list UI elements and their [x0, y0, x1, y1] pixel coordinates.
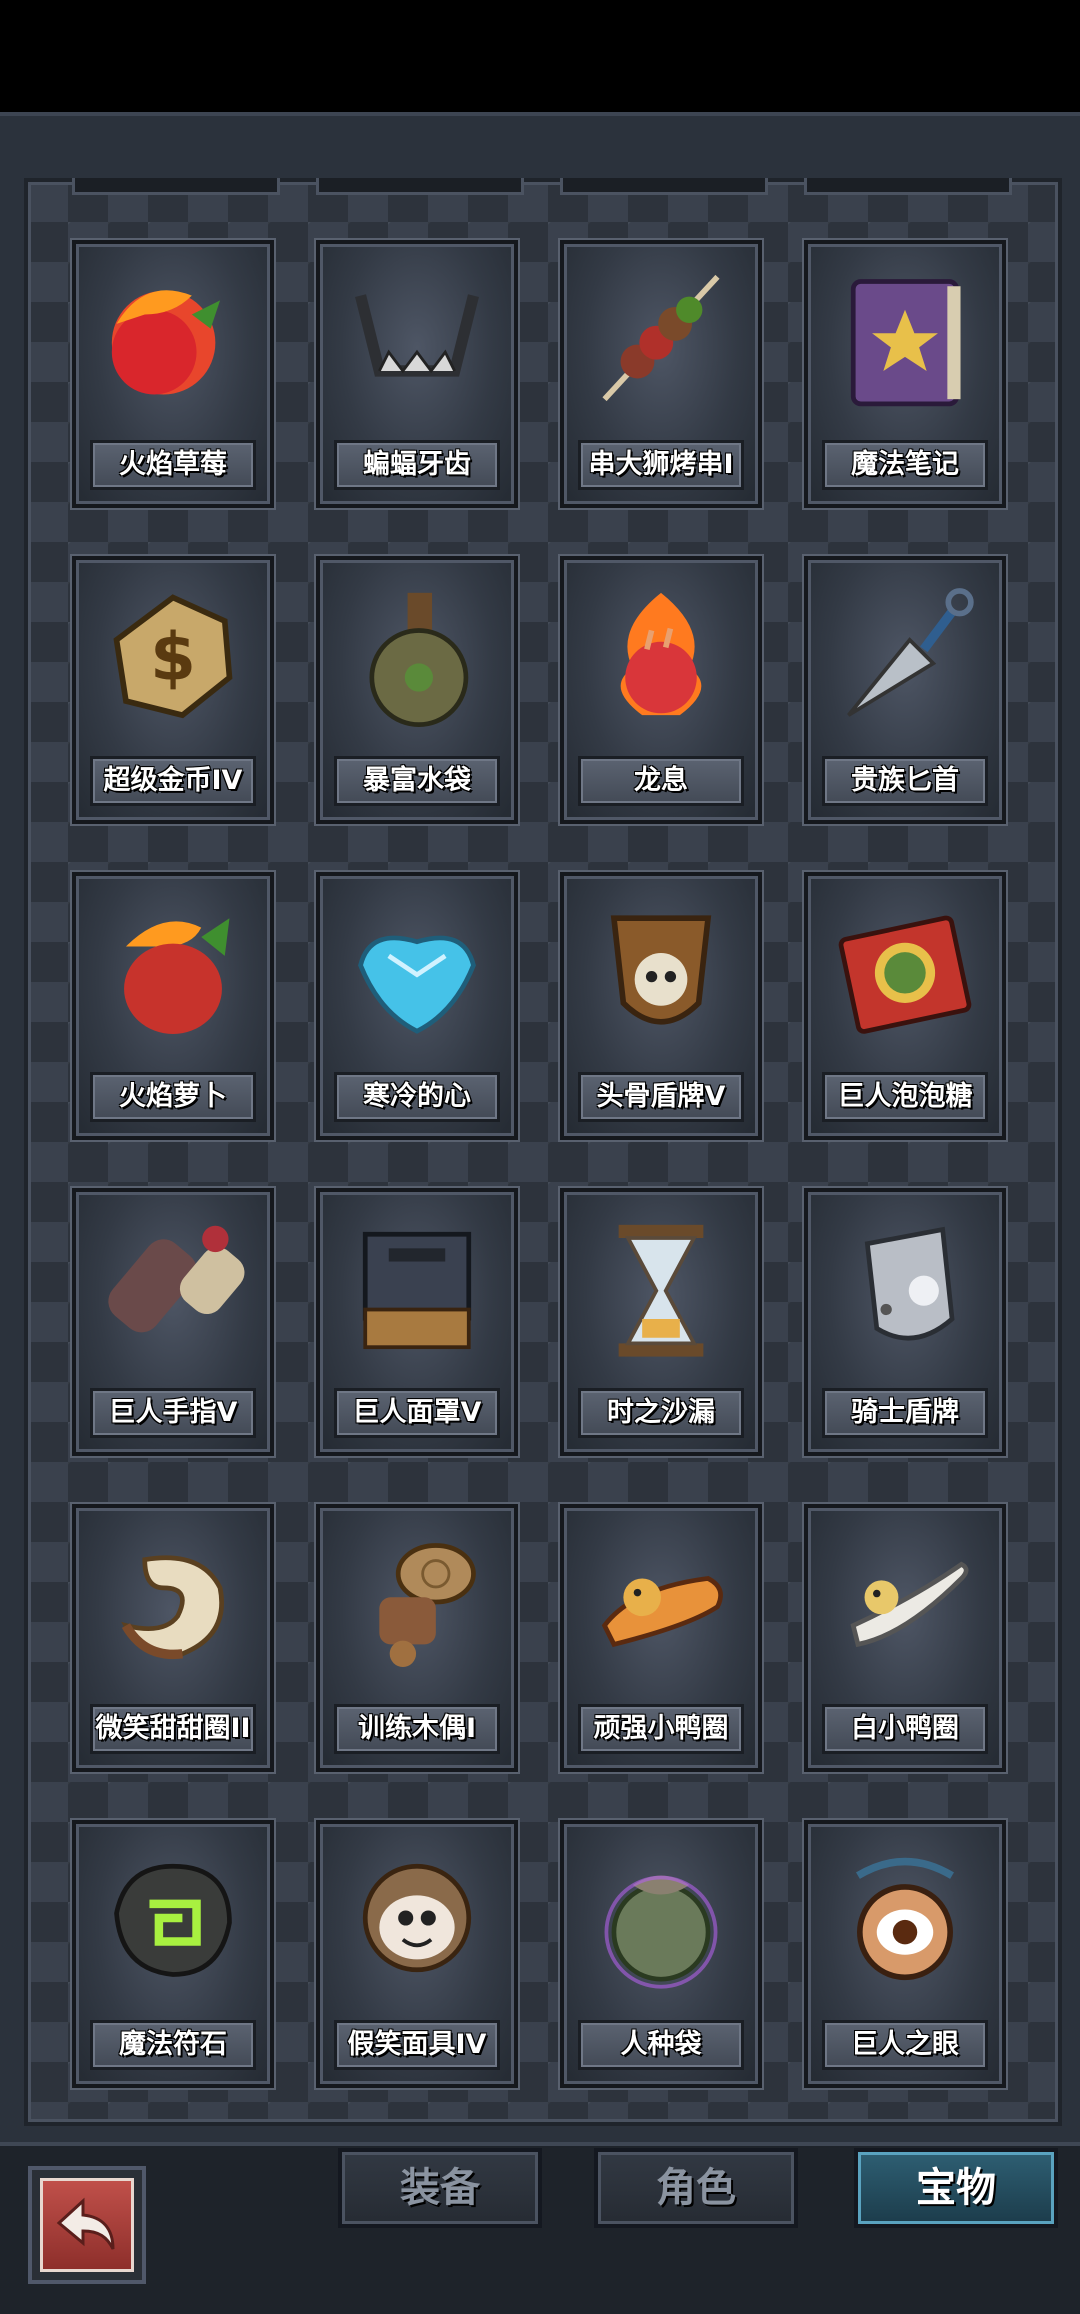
- treasure-card[interactable]: 人种袋: [560, 1820, 762, 2088]
- treasure-item-icon: [850, 1561, 969, 1648]
- undo-arrow-icon: [56, 2197, 115, 2250]
- partial-card-top: [72, 178, 280, 195]
- treasure-name-label: 巨人之眼: [822, 2020, 988, 2070]
- treasure-name-label: 微笑甜甜圈II: [90, 1704, 256, 1754]
- tab-treasure[interactable]: 宝物: [854, 2148, 1058, 2228]
- treasure-item-icon: [358, 935, 476, 1034]
- treasure-item-icon: $: [113, 594, 233, 719]
- treasure-item-icon: [369, 592, 469, 727]
- treasure-item-icon: [108, 1225, 245, 1333]
- treasure-name-label: 巨人面罩V: [334, 1388, 500, 1438]
- treasure-name-label: 时之沙漏: [578, 1388, 744, 1438]
- treasure-name-label: 火焰草莓: [90, 440, 256, 490]
- treasure-card[interactable]: 时之沙漏: [560, 1188, 762, 1456]
- treasure-card[interactable]: 巨人之眼: [804, 1820, 1006, 2088]
- treasure-item-icon: [111, 290, 221, 395]
- treasure-card[interactable]: 暴富水袋: [316, 556, 518, 824]
- treasure-item-icon: [602, 274, 720, 402]
- treasure-item-icon: [847, 588, 974, 717]
- treasure-item-icon: [355, 294, 479, 377]
- treasure-item-icon: [362, 1863, 472, 1973]
- treasure-card[interactable]: 龙息: [560, 556, 762, 824]
- treasure-name-label: 巨人泡泡糖: [822, 1072, 988, 1122]
- treasure-item-icon: [379, 1543, 476, 1667]
- treasure-item-icon: [601, 1576, 723, 1648]
- treasure-item-icon: [124, 918, 230, 1034]
- treasure-name-label: 训练木偶I: [334, 1704, 500, 1754]
- treasure-name-label: 魔法符石: [90, 2020, 256, 2070]
- svg-text:$: $: [150, 618, 196, 695]
- treasure-card[interactable]: 顽强小鸭圈: [560, 1504, 762, 1772]
- treasure-card[interactable]: 白小鸭圈: [804, 1504, 1006, 1772]
- treasure-name-label: 串大狮烤串I: [578, 440, 744, 490]
- treasure-name-label: 骑士盾牌: [822, 1388, 988, 1438]
- treasure-item-icon: [620, 592, 702, 716]
- treasure-card[interactable]: 微笑甜甜圈II: [72, 1504, 274, 1772]
- treasure-item-icon: [121, 1555, 224, 1660]
- treasure-card[interactable]: 头骨盾牌V: [560, 872, 762, 1140]
- treasure-name-label: 白小鸭圈: [822, 1704, 988, 1754]
- treasure-name-label: 魔法笔记: [822, 440, 988, 490]
- treasure-card[interactable]: 寒冷的心: [316, 872, 518, 1140]
- treasure-name-label: 巨人手指V: [90, 1388, 256, 1438]
- treasure-item-icon: [604, 1875, 718, 1989]
- treasure-name-label: 人种袋: [578, 2020, 744, 2070]
- back-button[interactable]: [28, 2166, 146, 2284]
- tab-character[interactable]: 角色: [594, 2148, 798, 2228]
- partial-card-top: [804, 178, 1012, 195]
- treasure-item-icon: [610, 915, 712, 1025]
- treasure-item-icon: [838, 915, 972, 1034]
- treasure-card[interactable]: 魔法笔记: [804, 240, 1006, 508]
- treasure-card[interactable]: 火焰萝卜: [72, 872, 274, 1140]
- treasure-card[interactable]: 骑士盾牌: [804, 1188, 1006, 1456]
- treasure-card[interactable]: 串大狮烤串I: [560, 240, 762, 508]
- treasure-card[interactable]: 蝙蝠牙齿: [316, 240, 518, 508]
- treasure-card[interactable]: 巨人面罩V: [316, 1188, 518, 1456]
- treasure-item-icon: [362, 1231, 472, 1350]
- back-button-face: [40, 2178, 134, 2272]
- treasure-item-icon: [850, 279, 961, 407]
- treasure-card[interactable]: 训练木偶I: [316, 1504, 518, 1772]
- treasure-name-label: 龙息: [578, 756, 744, 806]
- treasure-name-label: 头骨盾牌V: [578, 1072, 744, 1122]
- treasure-card[interactable]: 巨人泡泡糖: [804, 872, 1006, 1140]
- treasure-item-icon: [618, 1224, 704, 1357]
- treasure-name-label: 蝙蝠牙齿: [334, 440, 500, 490]
- treasure-card[interactable]: 魔法符石: [72, 1820, 274, 2088]
- treasure-card[interactable]: 假笑面具IV: [316, 1820, 518, 2088]
- treasure-name-label: 寒冷的心: [334, 1072, 500, 1122]
- partial-card-top: [316, 178, 524, 195]
- status-bar-area: [0, 0, 1080, 112]
- treasure-name-label: 顽强小鸭圈: [578, 1704, 744, 1754]
- partial-card-top: [560, 178, 768, 195]
- treasure-card[interactable]: $ 超级金币IV: [72, 556, 274, 824]
- treasure-item-icon: [864, 1226, 955, 1341]
- treasure-name-label: 贵族匕首: [822, 756, 988, 806]
- treasure-card[interactable]: 火焰草莓: [72, 240, 274, 508]
- treasure-item-icon: [114, 1863, 232, 1977]
- treasure-name-label: 假笑面具IV: [334, 2020, 500, 2070]
- treasure-card[interactable]: 贵族匕首: [804, 556, 1006, 824]
- treasure-name-label: 暴富水袋: [334, 756, 500, 806]
- treasure-name-label: 超级金币IV: [90, 756, 256, 806]
- tab-equipment[interactable]: 装备: [338, 2148, 542, 2228]
- treasure-name-label: 火焰萝卜: [90, 1072, 256, 1122]
- treasure-item-icon: [856, 1857, 954, 1981]
- treasure-card[interactable]: 巨人手指V: [72, 1188, 274, 1456]
